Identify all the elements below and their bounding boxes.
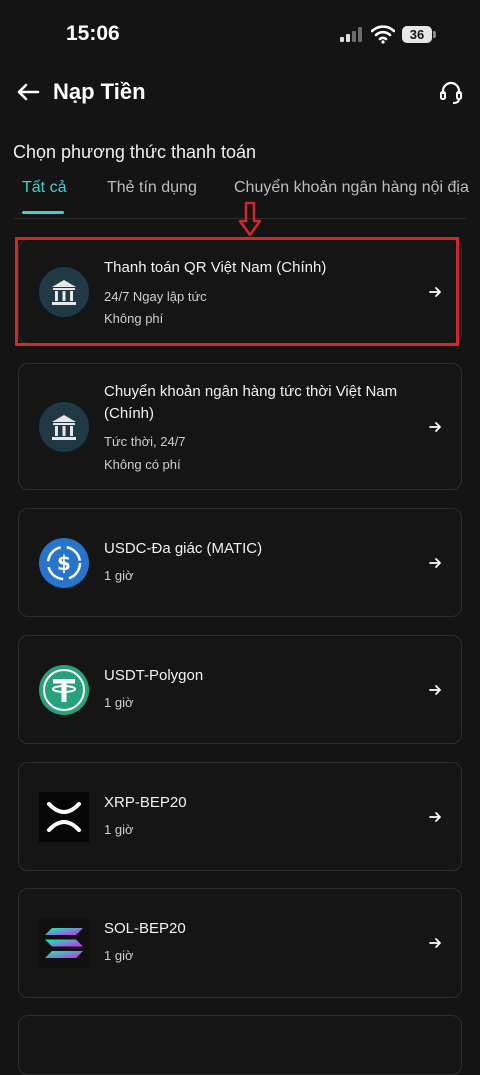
method-title: USDC-Đa giác (MATIC) (104, 540, 263, 557)
payment-method-partial[interactable] (18, 1015, 462, 1075)
arrow-right-icon (429, 685, 441, 695)
status-bar: 15:06 36 (0, 0, 480, 70)
tab-credit-card[interactable]: Thẻ tín dụng (107, 179, 197, 197)
battery-icon: 36 (402, 26, 432, 43)
signal-icon (340, 26, 366, 42)
battery-cap (433, 31, 436, 38)
method-fee: Không có phí (104, 457, 181, 472)
method-title: XRP-BEP20 (104, 794, 187, 811)
status-time: 15:06 (66, 22, 120, 45)
arrow-right-icon (429, 812, 441, 822)
arrow-right-icon (429, 938, 441, 948)
arrow-right-icon (429, 422, 441, 432)
back-arrow-icon[interactable] (14, 78, 42, 106)
method-speed: 1 giờ (104, 568, 134, 583)
method-title: Chuyển khoản ngân hàng tức thời Việt Nam… (104, 383, 398, 422)
tab-domestic-bank-transfer[interactable]: Chuyển khoản ngân hàng nội địa (234, 179, 469, 197)
headset-support-icon[interactable] (437, 78, 465, 106)
bank-icon (39, 402, 89, 452)
wifi-icon (371, 25, 395, 44)
sol-icon (39, 918, 89, 968)
payment-method-xrp-bep20[interactable]: XRP-BEP20 1 giờ (18, 762, 462, 871)
tab-all[interactable]: Tất cả (22, 179, 66, 197)
annotation-down-arrow-icon (238, 201, 262, 237)
method-title: SOL-BEP20 (104, 920, 186, 937)
highlight-box (15, 237, 459, 346)
method-speed: 1 giờ (104, 695, 134, 710)
xrp-icon (39, 792, 89, 842)
payment-method-instant-bank-transfer[interactable]: Chuyển khoản ngân hàng tức thời Việt Nam… (18, 363, 462, 490)
usdc-icon: $ (39, 538, 89, 588)
svg-text:$: $ (57, 551, 71, 575)
method-title: USDT-Polygon (104, 667, 204, 684)
section-title: Chọn phương thức thanh toán (13, 142, 257, 162)
arrow-right-icon (429, 558, 441, 568)
payment-method-sol-bep20[interactable]: SOL-BEP20 1 giờ (18, 888, 462, 998)
payment-method-usdt-polygon[interactable]: USDT-Polygon 1 giờ (18, 635, 462, 744)
active-tab-indicator (22, 211, 64, 214)
method-speed: Tức thời, 24/7 (104, 434, 186, 449)
payment-method-usdc-matic[interactable]: $ USDC-Đa giác (MATIC) 1 giờ (18, 508, 462, 617)
usdt-icon (39, 665, 89, 715)
page-title: Nạp Tiền (53, 79, 146, 104)
method-speed: 1 giờ (104, 822, 134, 837)
method-speed: 1 giờ (104, 948, 134, 963)
